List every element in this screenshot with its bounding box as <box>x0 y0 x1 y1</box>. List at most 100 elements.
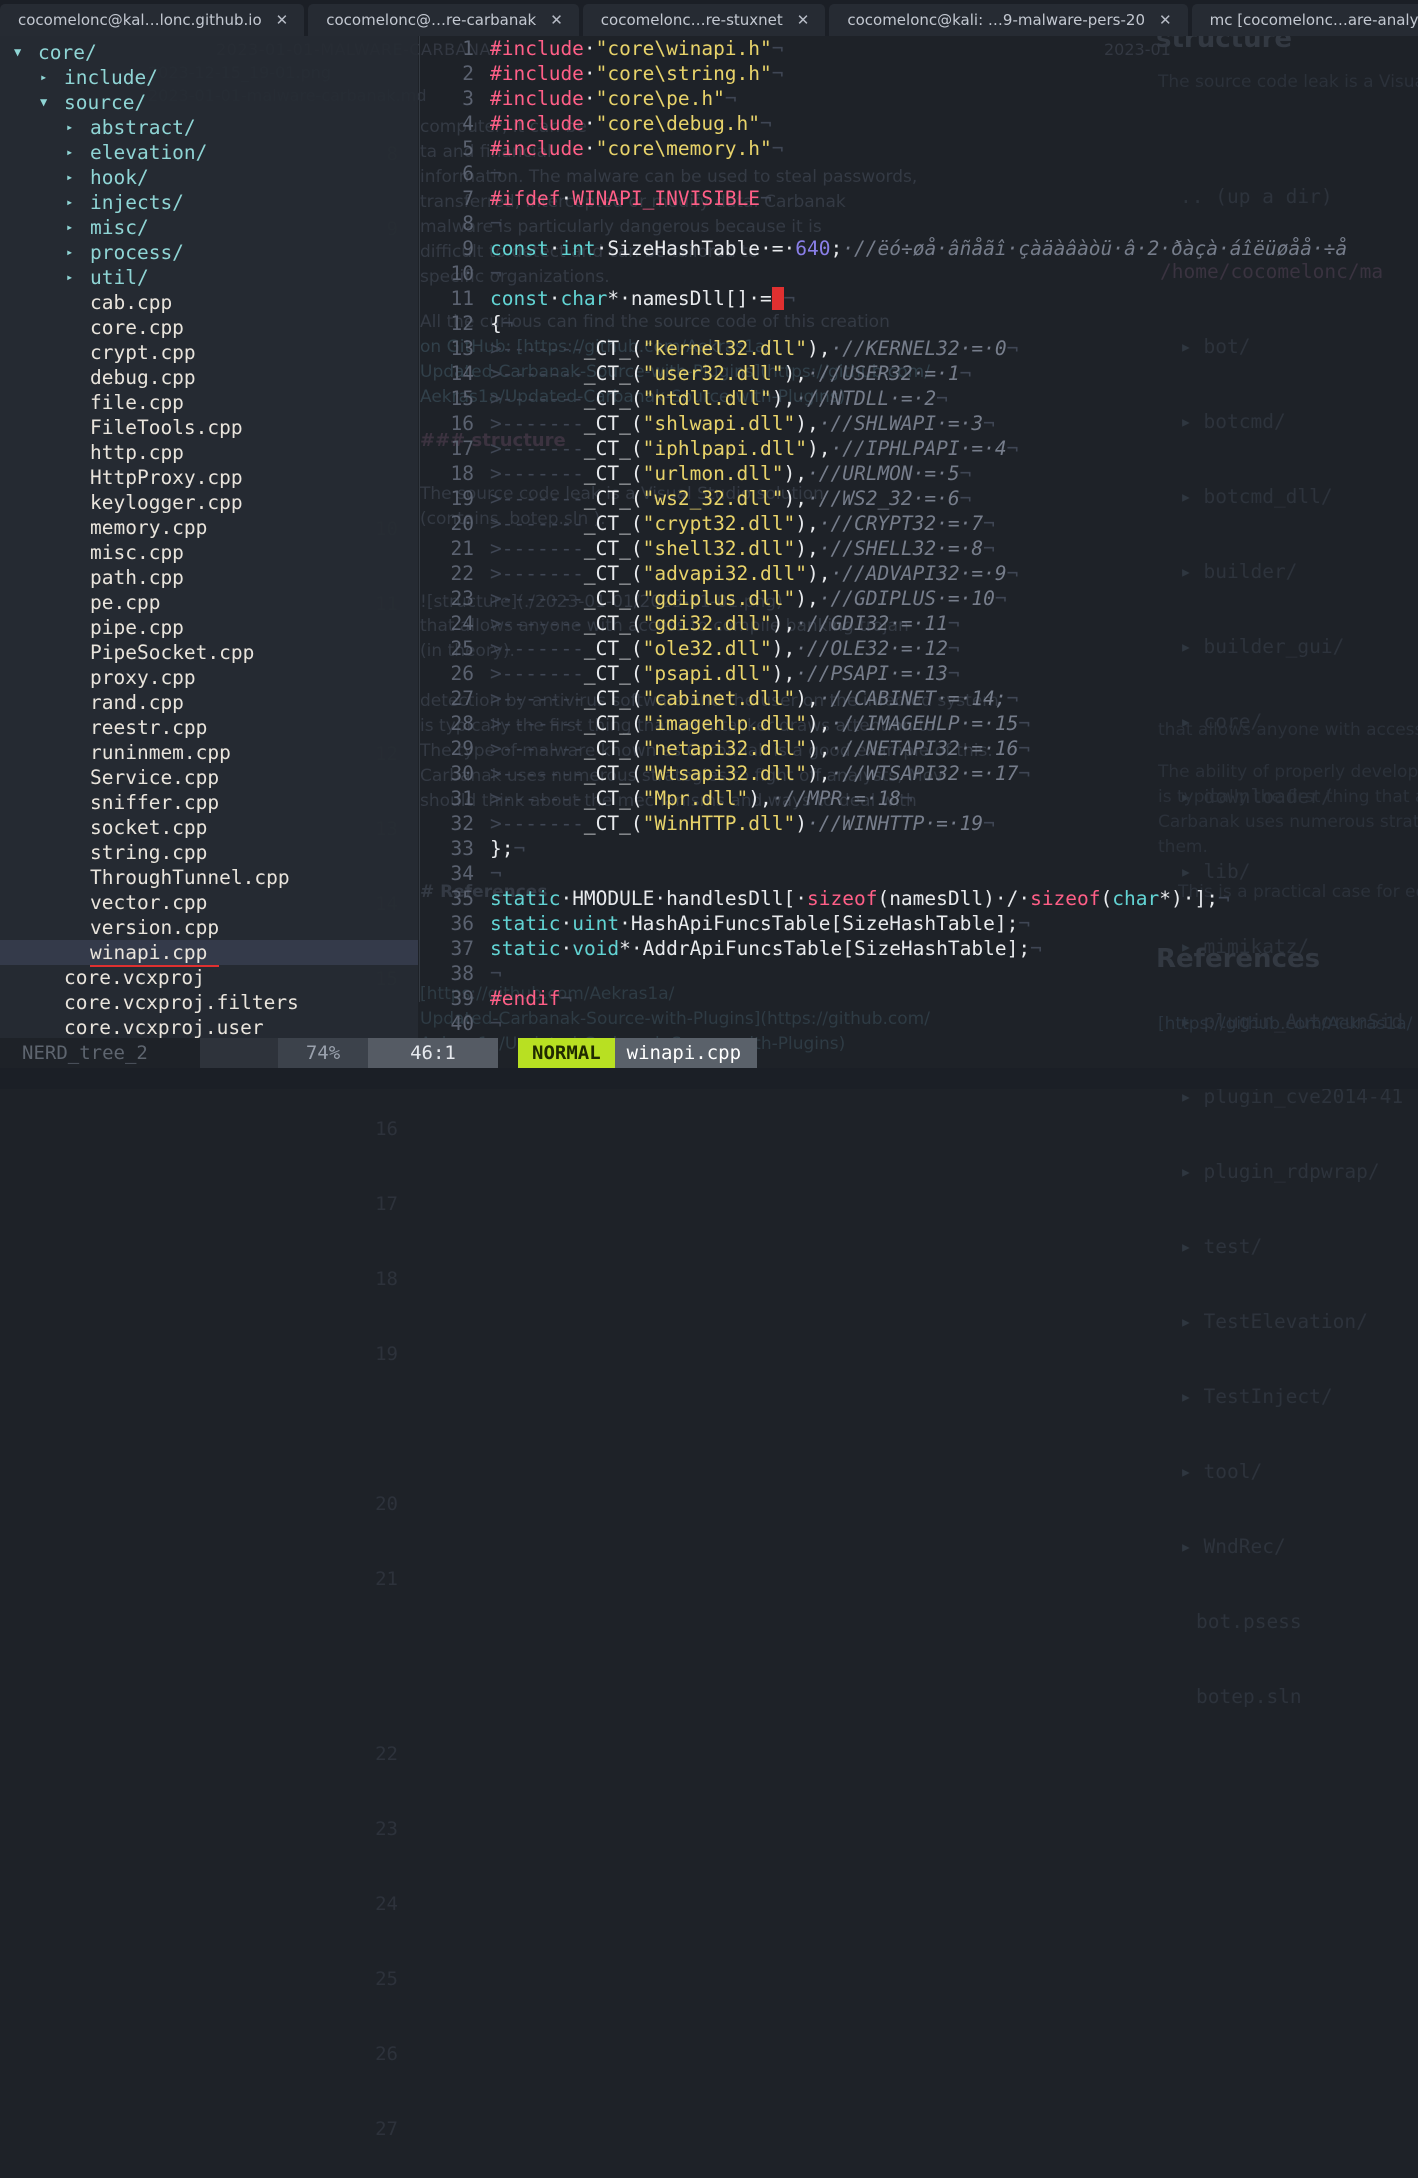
tree-item-pipesocket-cpp[interactable]: PipeSocket.cpp <box>0 640 418 665</box>
code-line[interactable]: 16 >-------_CT_("shlwapi.dll"),·//SHLWAPI… <box>418 411 1418 436</box>
close-icon[interactable]: ✕ <box>797 12 810 28</box>
tree-item-core-[interactable]: ▼ core/ <box>0 40 418 65</box>
code-line[interactable]: 8 ¬ <box>418 211 1418 236</box>
tab-1[interactable]: cocomelonc@…re-carbanak ✕ <box>308 4 579 36</box>
tree-item-hook-[interactable]: ▸ hook/ <box>0 165 418 190</box>
code-line[interactable]: 14 >-------_CT_("user32.dll"),·//USER32·=… <box>418 361 1418 386</box>
close-icon[interactable]: ✕ <box>1159 12 1172 28</box>
tree-item-util-[interactable]: ▸ util/ <box>0 265 418 290</box>
tab-4[interactable]: mc [cocomelonc…are-analysis-2 ✕ <box>1191 4 1418 36</box>
code-line[interactable]: 35 static·HMODULE·handlesDll[·sizeof(name… <box>418 886 1418 911</box>
close-icon[interactable]: ✕ <box>276 12 289 28</box>
tree-item-core-vcxproj-filters[interactable]: core.vcxproj.filters <box>0 990 418 1015</box>
code-line[interactable]: 10 ¬ <box>418 261 1418 286</box>
tree-item-filetools-cpp[interactable]: FileTools.cpp <box>0 415 418 440</box>
code-line[interactable]: 9 const·int·SizeHashTable·=·640;·//ëó÷øå·… <box>418 236 1418 261</box>
tree-item-process-[interactable]: ▸ process/ <box>0 240 418 265</box>
code-line[interactable]: 19 >-------_CT_("ws2_32.dll"),·//WS2_32·=… <box>418 486 1418 511</box>
chevron-right-icon[interactable]: ▸ <box>66 265 90 290</box>
tree-item-httpproxy-cpp[interactable]: HttpProxy.cpp <box>0 465 418 490</box>
tree-item-service-cpp[interactable]: Service.cpp <box>0 765 418 790</box>
tree-item-core-cpp[interactable]: core.cpp <box>0 315 418 340</box>
chevron-right-icon[interactable]: ▸ <box>66 240 90 265</box>
code-line[interactable]: 24 >-------_CT_("gdi32.dll"),·//GDI32·=·1… <box>418 611 1418 636</box>
code-line[interactable]: 29 >-------_CT_("netapi32.dll"),·//NETAPI… <box>418 736 1418 761</box>
code-line[interactable]: 2 #include·"core\string.h"¬ <box>418 61 1418 86</box>
code-line[interactable]: 3 #include·"core\pe.h"¬ <box>418 86 1418 111</box>
tree-item-memory-cpp[interactable]: memory.cpp <box>0 515 418 540</box>
tab-3[interactable]: cocomelonc@kali: …9-malware-pers-20 ✕ <box>829 4 1188 36</box>
chevron-right-icon[interactable]: ▸ <box>40 65 64 90</box>
tree-item-pe-cpp[interactable]: pe.cpp <box>0 590 418 615</box>
code-line[interactable]: 40 ¬ <box>418 1011 1418 1036</box>
tree-item-debug-cpp[interactable]: debug.cpp <box>0 365 418 390</box>
code-line[interactable]: 36 static·uint·HashApiFuncsTable[SizeHash… <box>418 911 1418 936</box>
code-line[interactable]: 5 #include·"core\memory.h"¬ <box>418 136 1418 161</box>
tree-item-keylogger-cpp[interactable]: keylogger.cpp <box>0 490 418 515</box>
tab-0[interactable]: cocomelonc@kal…lonc.github.io ✕ <box>0 4 305 36</box>
code-line[interactable]: 13 >-------_CT_("kernel32.dll"),·//KERNEL… <box>418 336 1418 361</box>
chevron-right-icon[interactable]: ▸ <box>66 165 90 190</box>
tab-2[interactable]: cocomelonc…re-stuxnet ✕ <box>582 4 826 36</box>
chevron-right-icon[interactable]: ▸ <box>66 115 90 140</box>
tree-item-source-[interactable]: ▼ source/ <box>0 90 418 115</box>
chevron-right-icon[interactable]: ▸ <box>66 215 90 240</box>
code-line[interactable]: 18 >-------_CT_("urlmon.dll"),·//URLMON·=… <box>418 461 1418 486</box>
tree-item-core-vcxproj[interactable]: core.vcxproj <box>0 965 418 990</box>
code-line[interactable]: 34 ¬ <box>418 861 1418 886</box>
code-editor[interactable]: 1 #include·"core\winapi.h"¬ 2 #include·"cor… <box>418 36 1418 1038</box>
chevron-down-icon[interactable]: ▼ <box>40 90 64 115</box>
close-icon[interactable]: ✕ <box>550 12 563 28</box>
chevron-right-icon[interactable]: ▸ <box>66 190 90 215</box>
tree-item-elevation-[interactable]: ▸ elevation/ <box>0 140 418 165</box>
tree-item-abstract-[interactable]: ▸ abstract/ <box>0 115 418 140</box>
code-line[interactable]: 21 >-------_CT_("shell32.dll"),·//SHELL32… <box>418 536 1418 561</box>
tree-item-include-[interactable]: ▸ include/ <box>0 65 418 90</box>
tree-item-sniffer-cpp[interactable]: sniffer.cpp <box>0 790 418 815</box>
tree-item-string-cpp[interactable]: string.cpp <box>0 840 418 865</box>
code-line[interactable]: 26 >-------_CT_("psapi.dll"),·//PSAPI·=·1… <box>418 661 1418 686</box>
tree-item-misc-cpp[interactable]: misc.cpp <box>0 540 418 565</box>
tree-item-cab-cpp[interactable]: cab.cpp <box>0 290 418 315</box>
chevron-down-icon[interactable]: ▼ <box>14 40 38 65</box>
tree-item-http-cpp[interactable]: http.cpp <box>0 440 418 465</box>
tree-item-path-cpp[interactable]: path.cpp <box>0 565 418 590</box>
tree-item-version-cpp[interactable]: version.cpp <box>0 915 418 940</box>
code-line[interactable]: 38 ¬ <box>418 961 1418 986</box>
tree-item-runinmem-cpp[interactable]: runinmem.cpp <box>0 740 418 765</box>
code-line[interactable]: 7 #ifdef·WINAPI_INVISIBLE¬ <box>418 186 1418 211</box>
tree-item-vector-cpp[interactable]: vector.cpp <box>0 890 418 915</box>
tree-item-injects-[interactable]: ▸ injects/ <box>0 190 418 215</box>
tree-item-core-vcxproj-user[interactable]: core.vcxproj.user <box>0 1015 418 1040</box>
code-line[interactable]: 17 >-------_CT_("iphlpapi.dll"),·//IPHLPA… <box>418 436 1418 461</box>
code-line[interactable]: 15 >-------_CT_("ntdll.dll"),·//NTDLL·=·2… <box>418 386 1418 411</box>
tree-item-file-cpp[interactable]: file.cpp <box>0 390 418 415</box>
tree-item-winapi-cpp[interactable]: winapi.cpp <box>0 940 418 967</box>
code-line[interactable]: 4 #include·"core\debug.h"¬ <box>418 111 1418 136</box>
code-line[interactable]: 20 >-------_CT_("crypt32.dll"),·//CRYPT32… <box>418 511 1418 536</box>
code-line[interactable]: 12 {¬ <box>418 311 1418 336</box>
tree-item-rand-cpp[interactable]: rand.cpp <box>0 690 418 715</box>
tree-item-socket-cpp[interactable]: socket.cpp <box>0 815 418 840</box>
code-line[interactable]: 22 >-------_CT_("advapi32.dll"),·//ADVAPI… <box>418 561 1418 586</box>
code-line[interactable]: 1 #include·"core\winapi.h"¬ <box>418 36 1418 61</box>
code-line[interactable]: 11 const·char*·namesDll[]·=~¬ <box>418 286 1418 311</box>
tree-item-throughtunnel-cpp[interactable]: ThroughTunnel.cpp <box>0 865 418 890</box>
tree-item-pipe-cpp[interactable]: pipe.cpp <box>0 615 418 640</box>
code-line[interactable]: 32 >-------_CT_("WinHTTP.dll")·//WINHTTP·… <box>418 811 1418 836</box>
tree-item-reestr-cpp[interactable]: reestr.cpp <box>0 715 418 740</box>
code-line[interactable]: 39 #endif¬ <box>418 986 1418 1011</box>
code-line[interactable]: 28 >-------_CT_("imagehlp.dll"),·//IMAGEH… <box>418 711 1418 736</box>
code-line[interactable]: 30 >-------_CT_("Wtsapi32.dll"),·//WTSAPI… <box>418 761 1418 786</box>
code-line[interactable]: 31 >-------_CT_("Mpr.dll"),·//MPR·=·18¬ <box>418 786 1418 811</box>
code-line[interactable]: 33};¬ <box>418 836 1418 861</box>
tree-item-crypt-cpp[interactable]: crypt.cpp <box>0 340 418 365</box>
tree-item-proxy-cpp[interactable]: proxy.cpp <box>0 665 418 690</box>
code-line[interactable]: 27 >-------_CT_("cabinet.dll"),·//CABINET… <box>418 686 1418 711</box>
code-line[interactable]: 6 ¬ <box>418 161 1418 186</box>
tree-item-misc-[interactable]: ▸ misc/ <box>0 215 418 240</box>
code-line[interactable]: 23 >-------_CT_("gdiplus.dll"),·//GDIPLUS… <box>418 586 1418 611</box>
nerdtree-file-explorer[interactable]: ▼ core/▸ include/▼ source/▸ abstract/▸ elevat… <box>0 36 418 1040</box>
code-line[interactable]: 37 static·void*·AddrApiFuncsTable[SizeHas… <box>418 936 1418 961</box>
code-line[interactable]: 25 >-------_CT_("ole32.dll"),·//OLE32·=·1… <box>418 636 1418 661</box>
